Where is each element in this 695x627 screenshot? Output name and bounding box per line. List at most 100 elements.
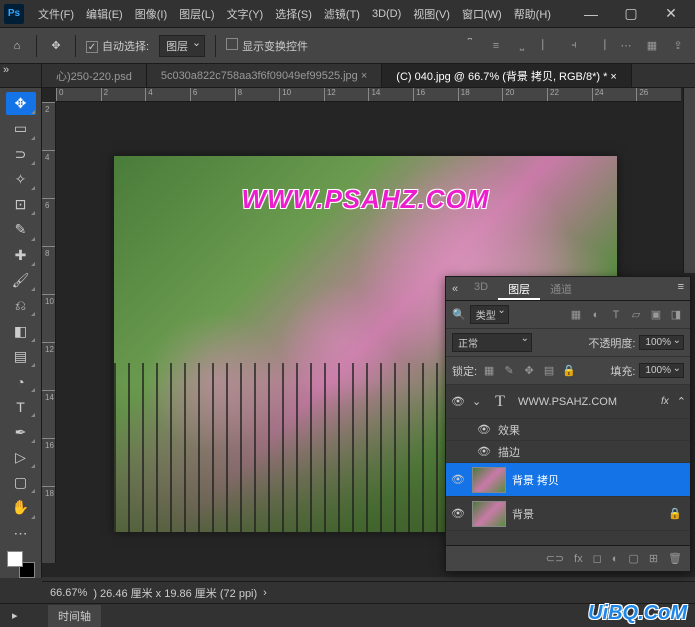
ruler-horizontal[interactable]: 02468101214161820222426 [56, 88, 681, 102]
adjustment-icon[interactable]: ◐ [612, 553, 619, 565]
layer-raster-copy[interactable]: 👁 背景 拷贝 [446, 463, 690, 497]
lock-pos-icon[interactable]: ✥ [521, 364, 537, 378]
menu-view[interactable]: 视图(V) [407, 2, 456, 26]
menu-filter[interactable]: 滤镜(T) [318, 2, 366, 26]
layer-style-icon[interactable]: fx [574, 553, 583, 565]
opacity-value[interactable]: 100% [639, 335, 684, 350]
menu-window[interactable]: 窗口(W) [456, 2, 508, 26]
marquee-tool[interactable]: ▭ [6, 117, 36, 140]
group-icon[interactable]: ▢ [628, 552, 638, 565]
move-tool[interactable]: ✥ [6, 92, 36, 115]
expand-icon[interactable]: ⌄ [472, 395, 482, 408]
brush-tool[interactable]: 🖌 [6, 269, 36, 292]
shape-tool[interactable]: ▢ [6, 471, 36, 494]
new-layer-icon[interactable]: ⊞ [649, 552, 658, 565]
panel-tab-channels[interactable]: 通道 [540, 277, 582, 300]
panel-collapse-icon[interactable]: « [446, 277, 464, 300]
auto-select-target[interactable]: 图层 [159, 35, 205, 57]
lock-trans-icon[interactable]: ▦ [481, 364, 497, 378]
fg-color[interactable] [7, 551, 23, 567]
doc-tab-1[interactable]: 5c030a822c758aa3f6f09049ef99525.jpg × [147, 64, 382, 87]
fx-expand-icon[interactable]: ⌃ [677, 395, 686, 408]
filter-toggle-icon[interactable]: ◨ [668, 308, 684, 322]
lock-all-icon[interactable]: 🔒 [561, 364, 577, 378]
menu-image[interactable]: 图像(I) [129, 2, 173, 26]
layer-thumbnail[interactable] [472, 501, 506, 527]
menu-select[interactable]: 选择(S) [269, 2, 318, 26]
fx-badge[interactable]: fx [661, 396, 669, 407]
layer-filter-kind[interactable]: 类型 [470, 305, 509, 324]
align-top-icon[interactable]: ⎴ [461, 39, 479, 53]
show-transform-check[interactable]: 显示变换控件 [226, 38, 308, 54]
layer-thumbnail[interactable] [472, 467, 506, 493]
layer-name[interactable]: 背景 [512, 506, 662, 522]
layer-name[interactable]: WWW.PSAHZ.COM [518, 396, 655, 408]
doc-info-arrow-icon[interactable]: › [263, 587, 267, 599]
stamp-tool[interactable]: ⎌ [6, 294, 36, 317]
menu-edit[interactable]: 编辑(E) [80, 2, 129, 26]
3d-mode-icon[interactable]: ▦ [643, 39, 661, 53]
ruler-vertical[interactable]: 24681012141618 [42, 102, 56, 563]
filter-type-icon[interactable]: T [608, 308, 624, 322]
tab-handle[interactable]: » [0, 64, 42, 87]
layer-fx-stroke[interactable]: 👁 描边 [446, 441, 690, 463]
magic-wand-tool[interactable]: ✧ [6, 168, 36, 191]
panel-tab-layers[interactable]: 图层 [498, 277, 540, 300]
move-tool-icon[interactable]: ✥ [47, 37, 65, 55]
maximize-button[interactable]: ▢ [611, 2, 651, 26]
panel-menu-icon[interactable]: ≡ [672, 277, 690, 300]
menu-layer[interactable]: 图层(L) [173, 2, 220, 26]
edit-toolbar[interactable]: ⋯ [6, 522, 36, 545]
align-hcenter-icon[interactable]: ⫞ [565, 39, 583, 53]
timeline-toggle-icon[interactable]: ▸ [12, 609, 18, 622]
visibility-icon[interactable]: 👁 [476, 423, 492, 436]
layer-mask-icon[interactable]: ◻ [593, 552, 602, 565]
align-left-icon[interactable]: ⎸ [539, 39, 557, 53]
align-bottom-icon[interactable]: ⎵ [513, 39, 531, 53]
gradient-tool[interactable]: ▤ [6, 345, 36, 368]
auto-select-check[interactable]: 自动选择: [86, 38, 149, 54]
timeline-tab[interactable]: 时间轴 [48, 605, 101, 627]
layer-text[interactable]: 👁 ⌄ T WWW.PSAHZ.COM fx ⌃ [446, 385, 690, 419]
home-icon[interactable]: ⌂ [8, 37, 26, 55]
filter-smart-icon[interactable]: ▣ [648, 308, 664, 322]
path-select-tool[interactable]: ▷ [6, 446, 36, 469]
close-button[interactable]: ✕ [651, 2, 691, 26]
doc-info[interactable]: ) 26.46 厘米 x 19.86 厘米 (72 ppi) [93, 585, 257, 601]
panel-tab-3d[interactable]: 3D [464, 277, 498, 300]
lock-artboard-icon[interactable]: ▤ [541, 364, 557, 378]
layer-name[interactable]: 背景 拷贝 [512, 472, 686, 488]
blend-mode-dropdown[interactable]: 正常 [452, 333, 532, 352]
menu-help[interactable]: 帮助(H) [508, 2, 557, 26]
eraser-tool[interactable]: ◧ [6, 319, 36, 342]
lasso-tool[interactable]: ⊃ [6, 143, 36, 166]
healing-tool[interactable]: ✚ [6, 244, 36, 267]
visibility-icon[interactable]: 👁 [450, 507, 466, 520]
filter-adjust-icon[interactable]: ◐ [588, 308, 604, 322]
share-icon[interactable]: ⇪ [669, 39, 687, 53]
visibility-icon[interactable]: 👁 [450, 395, 466, 408]
type-tool[interactable]: T [6, 395, 36, 418]
fill-value[interactable]: 100% [639, 363, 684, 378]
align-vcenter-icon[interactable]: ≡ [487, 39, 505, 53]
link-layers-icon[interactable]: ⊂⊃ [546, 552, 564, 565]
filter-shape-icon[interactable]: ▱ [628, 308, 644, 322]
color-swatches[interactable] [7, 551, 35, 578]
filter-pixel-icon[interactable]: ▦ [568, 308, 584, 322]
zoom-value[interactable]: 66.67% [50, 587, 87, 599]
layer-fx-effects[interactable]: 👁 效果 [446, 419, 690, 441]
doc-tab-2[interactable]: (C) 040.jpg @ 66.7% (背景 拷贝, RGB/8*) * × [382, 64, 632, 87]
delete-layer-icon[interactable]: 🗑 [668, 552, 682, 565]
more-icon[interactable]: ⋯ [617, 39, 635, 53]
layer-background[interactable]: 👁 背景 🔒 [446, 497, 690, 531]
menu-file[interactable]: 文件(F) [32, 2, 80, 26]
dodge-tool[interactable]: ◔ [6, 370, 36, 393]
hand-tool[interactable]: ✋ [6, 496, 36, 519]
minimize-button[interactable]: — [571, 2, 611, 26]
visibility-icon[interactable]: 👁 [476, 445, 492, 458]
doc-tab-0[interactable]: 心)250-220.psd [42, 64, 147, 87]
lock-paint-icon[interactable]: ✎ [501, 364, 517, 378]
menu-type[interactable]: 文字(Y) [221, 2, 270, 26]
visibility-icon[interactable]: 👁 [450, 473, 466, 486]
pen-tool[interactable]: ✒ [6, 420, 36, 443]
